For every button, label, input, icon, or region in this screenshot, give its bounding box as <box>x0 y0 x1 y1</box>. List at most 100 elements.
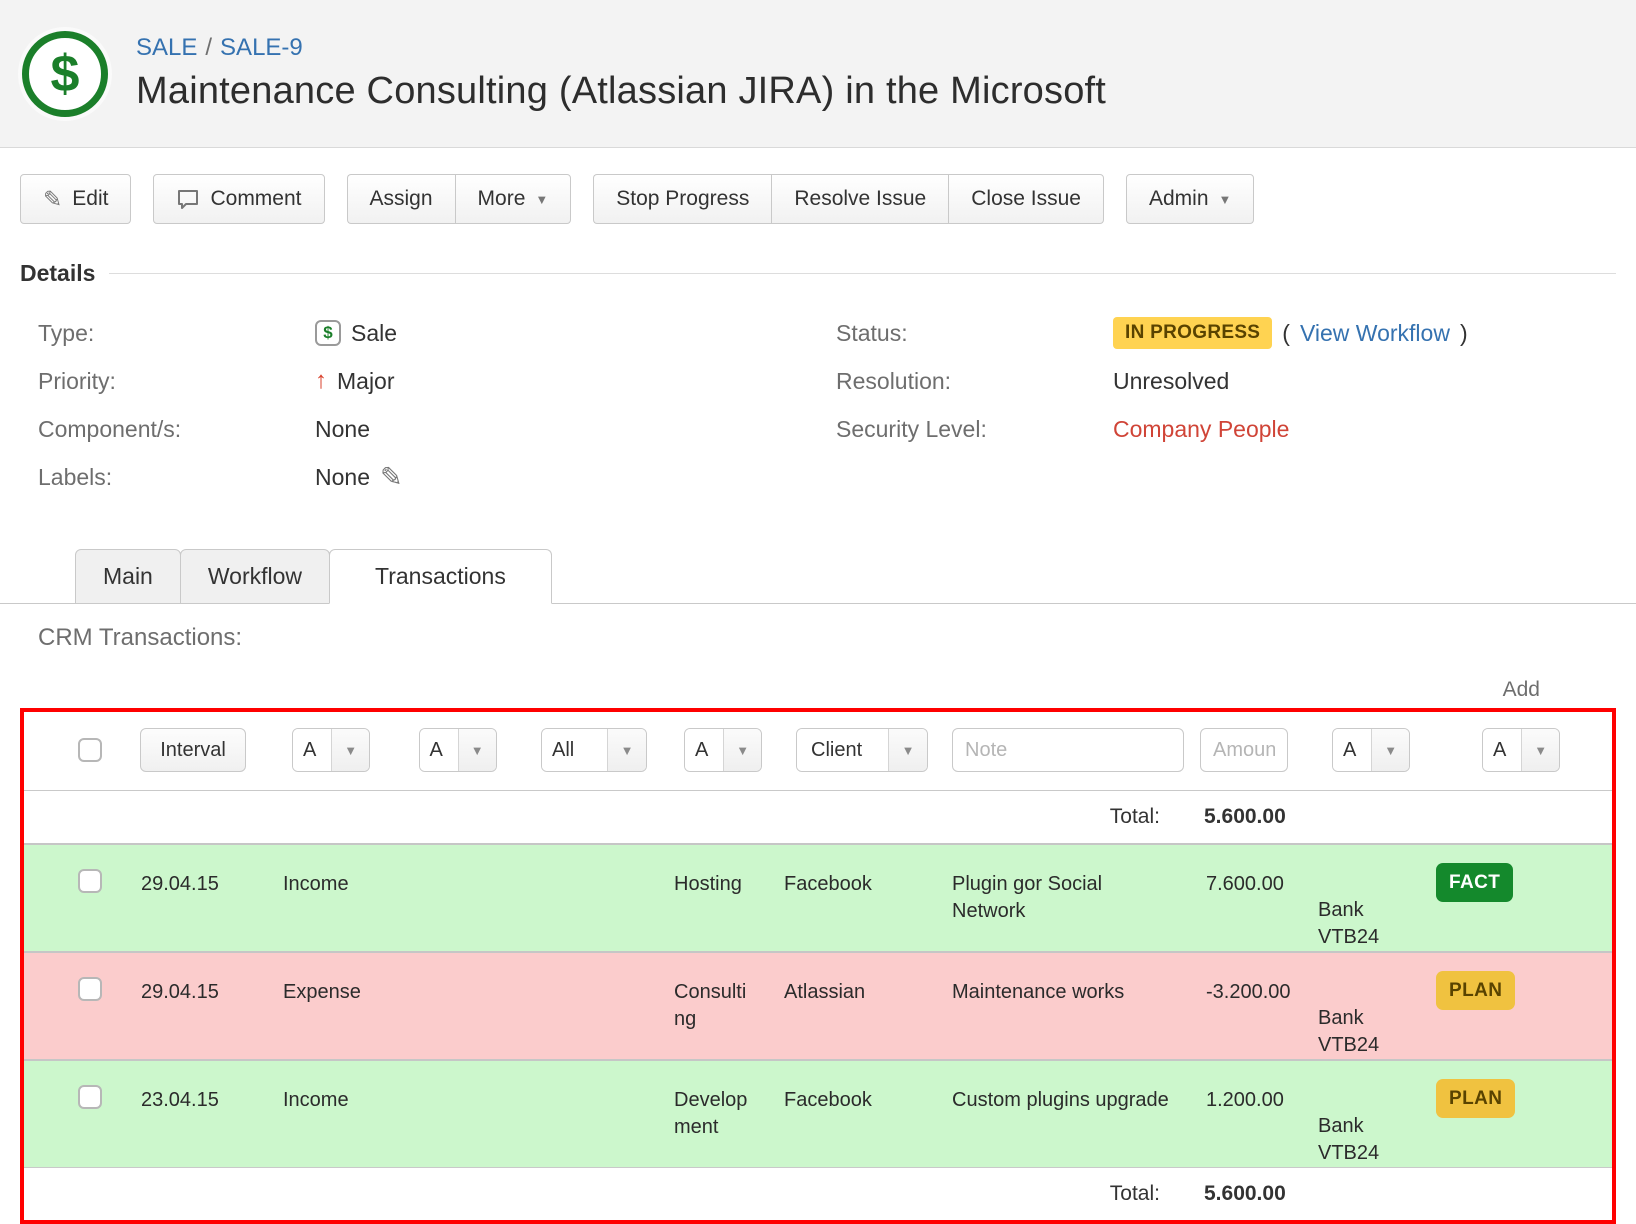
plan-status-badge: PLAN <box>1436 971 1515 1010</box>
priority-major-arrow-icon: ↑ <box>315 367 327 395</box>
note-filter-input[interactable] <box>952 728 1184 772</box>
chevron-down-icon: ▼ <box>535 193 548 206</box>
select-all-checkbox[interactable] <box>78 738 102 762</box>
tab-transactions[interactable]: Transactions <box>329 549 552 604</box>
category-filter-dropdown[interactable]: A▼ <box>684 728 762 772</box>
more-button-label: More <box>478 187 526 211</box>
chevron-down-icon: ▼ <box>1522 729 1559 771</box>
type-filter-dropdown[interactable]: A▼ <box>292 728 370 772</box>
security-level-label: Security Level: <box>818 416 1113 443</box>
assign-button[interactable]: Assign <box>347 174 455 224</box>
comment-button-label: Comment <box>210 187 301 211</box>
total-row-bottom: Total: 5.600.00 <box>24 1168 1612 1220</box>
total-row-top: Total: 5.600.00 <box>24 791 1612 843</box>
details-grid: Type: $ Sale Priority: ↑ Major Component… <box>0 295 1636 501</box>
resolve-issue-label: Resolve Issue <box>794 187 926 211</box>
type-label: Type: <box>20 320 315 347</box>
chevron-down-icon: ▼ <box>1219 193 1232 206</box>
transaction-row: 23.04.15 Income Development Facebook Cus… <box>24 1059 1612 1167</box>
chevron-down-icon: ▼ <box>724 729 761 771</box>
tab-main[interactable]: Main <box>75 549 181 604</box>
issue-header: $ SALE/SALE-9 Maintenance Consulting (At… <box>0 0 1636 148</box>
chevron-down-icon: ▼ <box>332 729 369 771</box>
issue-toolbar: ✎ Edit Comment Assign More ▼ Stop Progre… <box>0 148 1636 246</box>
labels-value-text: None <box>315 464 370 491</box>
tx-note: Plugin gor Social Network <box>946 845 1194 925</box>
transaction-row: 29.04.15 Expense Consulting Atlassian Ma… <box>24 951 1612 1059</box>
tx-category: Hosting <box>668 845 778 898</box>
priority-value-text: Major <box>337 368 395 395</box>
tab-workflow[interactable]: Workflow <box>180 549 330 604</box>
type-value-text: Sale <box>351 320 397 347</box>
admin-button[interactable]: Admin ▼ <box>1126 174 1254 224</box>
category-filter-value: A <box>685 729 724 771</box>
details-divider <box>109 273 1616 274</box>
tx-category: Development <box>668 1061 778 1141</box>
bank-filter-dropdown[interactable]: A▼ <box>1332 728 1410 772</box>
view-workflow-link[interactable]: View Workflow <box>1300 320 1450 347</box>
transaction-row: 29.04.15 Income Hosting Facebook Plugin … <box>24 843 1612 951</box>
tx-type: Income <box>267 1061 395 1114</box>
filter-row: Interval A▼ A▼ All▼ A▼ Client▼ A▼ A▼ <box>24 712 1612 790</box>
tx-note: Custom plugins upgrade <box>946 1061 1194 1114</box>
tx-amount: 7.600.00 <box>1194 845 1312 898</box>
breadcrumb-project-link[interactable]: SALE <box>136 34 197 61</box>
tx-type: Income <box>267 845 395 898</box>
tx-client: Facebook <box>778 845 946 898</box>
priority-label: Priority: <box>20 368 315 395</box>
status-filter-value: A <box>1483 729 1522 771</box>
row-checkbox[interactable] <box>78 977 102 1001</box>
tx-client: Atlassian <box>778 953 946 1006</box>
status-badge: IN PROGRESS <box>1113 317 1272 349</box>
resolve-issue-button[interactable]: Resolve Issue <box>771 174 948 224</box>
sale-dollar-icon: $ <box>22 31 108 117</box>
resolution-label: Resolution: <box>818 368 1113 395</box>
type-value: $ Sale <box>315 320 397 347</box>
total-value: 5.600.00 <box>1194 805 1312 829</box>
close-issue-button[interactable]: Close Issue <box>948 174 1104 224</box>
close-issue-label: Close Issue <box>971 187 1081 211</box>
breadcrumb: SALE/SALE-9 <box>136 34 1106 62</box>
chevron-down-icon: ▼ <box>1372 729 1409 771</box>
stop-progress-label: Stop Progress <box>616 187 749 211</box>
pencil-icon: ✎ <box>43 188 62 211</box>
workflow-actions-group: Stop Progress Resolve Issue Close Issue <box>593 174 1104 224</box>
crm-transactions-label: CRM Transactions: <box>0 604 1636 652</box>
fact-status-badge: FACT <box>1436 863 1513 902</box>
components-label: Component/s: <box>20 416 315 443</box>
add-row: Add <box>0 652 1636 708</box>
amount-filter-input[interactable] <box>1200 728 1288 772</box>
tx-amount: 1.200.00 <box>1194 1061 1312 1114</box>
tx-client: Facebook <box>778 1061 946 1114</box>
row-checkbox[interactable] <box>78 1085 102 1109</box>
status-label: Status: <box>818 320 1113 347</box>
all-filter-value: All <box>542 729 608 771</box>
stop-progress-button[interactable]: Stop Progress <box>593 174 771 224</box>
client-filter-dropdown[interactable]: Client▼ <box>796 728 928 772</box>
bank-filter-value: A <box>1333 729 1372 771</box>
comment-bubble-icon <box>176 187 200 211</box>
tx-date: 29.04.15 <box>119 845 267 898</box>
interval-filter-button[interactable]: Interval <box>140 728 246 772</box>
security-level-value[interactable]: Company People <box>1113 416 1289 443</box>
account-filter-dropdown[interactable]: A▼ <box>419 728 497 772</box>
total-label: Total: <box>24 1182 1194 1206</box>
edit-button[interactable]: ✎ Edit <box>20 174 131 224</box>
row-checkbox[interactable] <box>78 869 102 893</box>
status-filter-dropdown[interactable]: A▼ <box>1482 728 1560 772</box>
details-section-header: Details <box>0 246 1636 295</box>
issue-tabs: Main Workflow Transactions <box>0 549 1636 604</box>
tx-amount: -3.200.00 <box>1194 953 1312 1006</box>
sale-type-icon: $ <box>315 320 341 346</box>
all-filter-dropdown[interactable]: All▼ <box>541 728 647 772</box>
transactions-table: Interval A▼ A▼ All▼ A▼ Client▼ A▼ A▼ Tot… <box>20 708 1616 1224</box>
account-filter-value: A <box>420 729 459 771</box>
edit-labels-pencil-icon[interactable]: ✎ <box>380 464 403 491</box>
breadcrumb-separator: / <box>197 34 220 61</box>
comment-button[interactable]: Comment <box>153 174 324 224</box>
add-transaction-link[interactable]: Add <box>1503 678 1540 701</box>
more-button[interactable]: More ▼ <box>455 174 572 224</box>
breadcrumb-issue-link[interactable]: SALE-9 <box>220 34 303 61</box>
tx-category: Consulting <box>668 953 778 1033</box>
workflow-paren-open: ( <box>1282 320 1290 347</box>
